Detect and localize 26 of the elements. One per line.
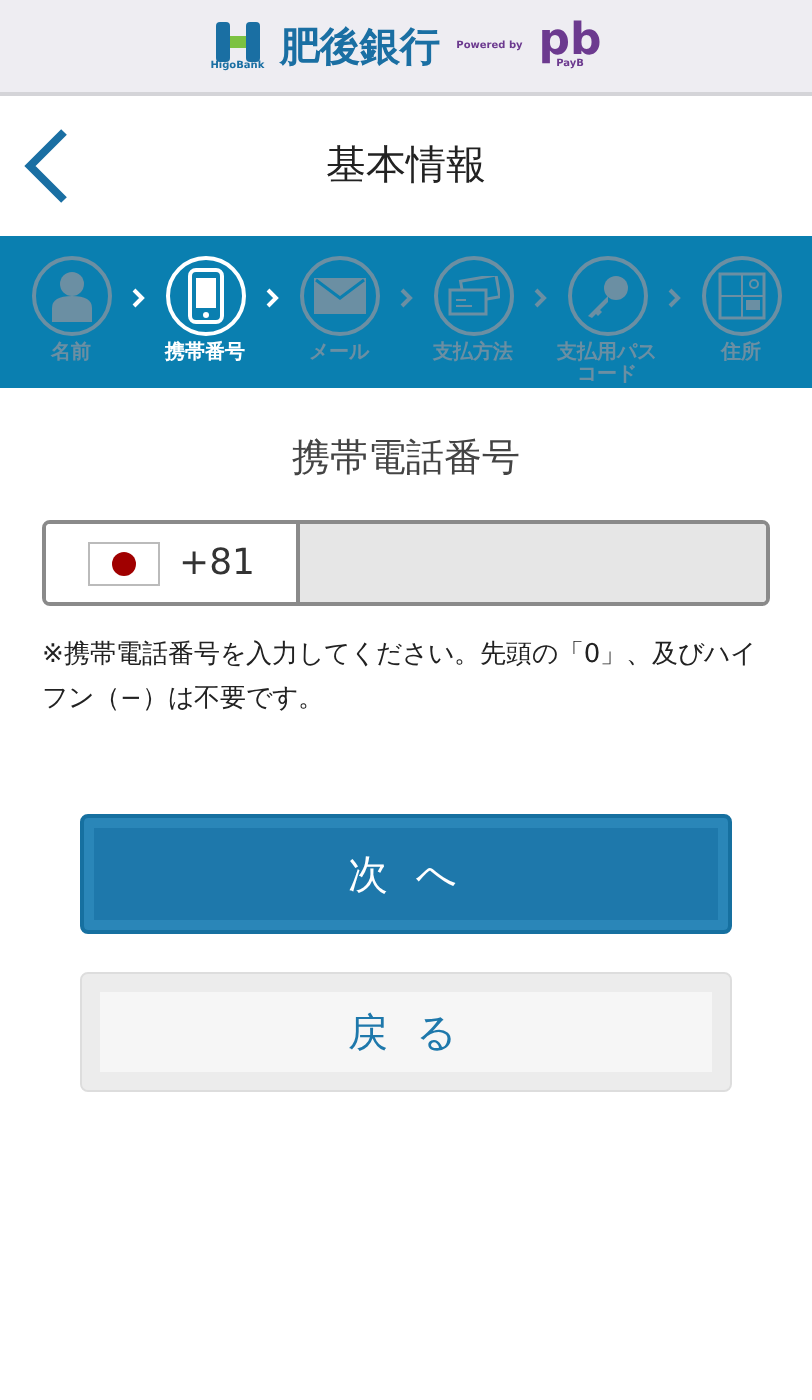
bank-name: 肥後銀行: [280, 19, 441, 73]
step-label: メール: [307, 342, 372, 364]
phone-icon: [187, 268, 223, 324]
map-icon: [717, 272, 765, 320]
chevron-icon: [265, 288, 279, 308]
payb-logo: pb: [538, 21, 602, 61]
chevron-icon: [533, 288, 547, 308]
envelope-icon: [313, 278, 365, 314]
step-label: 住所: [718, 342, 763, 364]
person-icon: [49, 270, 93, 322]
back-button[interactable]: 戻 る: [80, 972, 732, 1092]
page-title: 基本情報: [326, 137, 486, 191]
chevron-icon: [667, 288, 681, 308]
step-label: 支払方法: [431, 342, 515, 364]
step-label: 名前: [49, 342, 93, 364]
chevron-icon: [131, 288, 145, 308]
chevron-icon: [399, 288, 413, 308]
step-label: 携帯番号: [162, 342, 247, 364]
step-label: 支払用パスコード: [555, 342, 659, 386]
field-label: 携帯電話番号: [290, 434, 522, 484]
bank-logo-icon: [215, 21, 260, 61]
back-chevron-button[interactable]: [20, 128, 72, 204]
next-button[interactable]: 次 へ: [80, 814, 732, 934]
key-icon: [583, 272, 631, 320]
instruction-text: ※携帯電話番号を入力してください。先頭の「0」、及びハイフン（−）は不要です。: [42, 638, 759, 718]
cards-icon: [447, 276, 499, 316]
